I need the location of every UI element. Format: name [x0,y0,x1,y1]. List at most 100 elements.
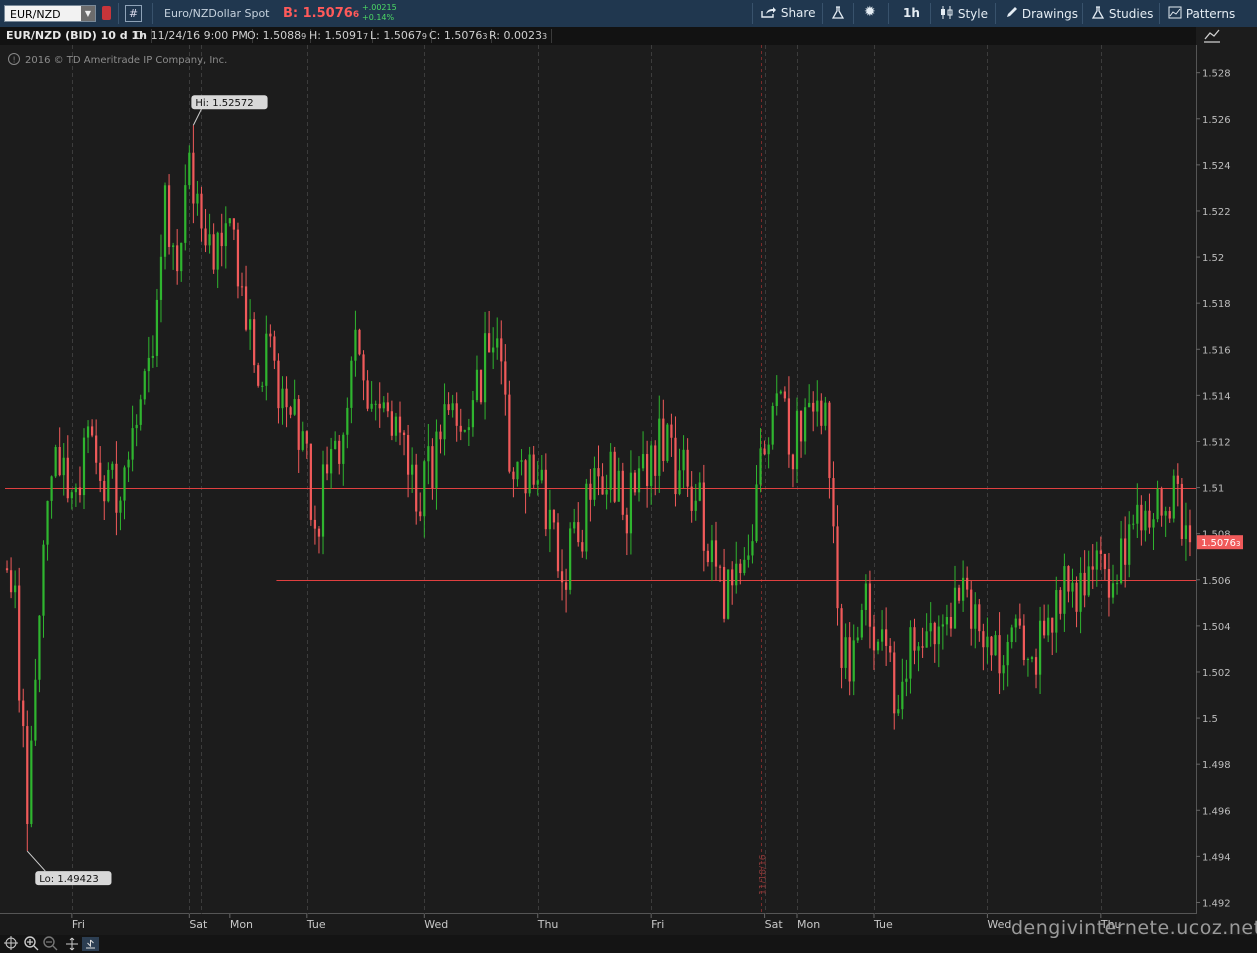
candle-body [990,636,993,656]
candle-body [285,388,288,408]
zoom-in-icon[interactable] [24,936,39,951]
symbol-link-icon[interactable] [102,6,111,20]
candle-body [1176,475,1179,484]
candle-body [763,448,766,455]
candle-body [147,357,150,372]
candle-body [1103,553,1107,570]
candle-body [289,407,292,415]
bid-value: 1.5076 [302,6,353,21]
toolbar-divider [853,3,854,24]
candle-body [1079,572,1082,612]
info-icon-glyph: ! [13,56,16,65]
share-button[interactable]: Share [761,6,815,20]
candle-body [5,568,9,571]
studies-button[interactable]: Studies [1091,6,1153,21]
candle-body [901,681,904,710]
candle-body [520,460,523,462]
candle-body [686,449,689,487]
candle-body [54,446,57,477]
candle-body [852,640,855,682]
candle-body [787,398,791,455]
price-chart[interactable]: 1.528 1.526 1.524 1.522 1.52 1.518 1.516 1.514 1… [0,45,1257,935]
candle-body [897,709,900,714]
pan-icon[interactable] [66,937,78,951]
candle-style-icon [941,6,953,19]
candle-body [937,626,940,645]
candle-body [771,405,774,445]
candle-body [690,486,693,511]
zoom-out-icon[interactable] [43,936,58,951]
candle-body [925,631,928,648]
candle-body [431,446,434,488]
candle-body [232,218,236,230]
candle-body [698,482,701,501]
toolbar-divider [1159,3,1160,24]
candle-body [240,286,244,288]
candle-body [475,369,479,401]
bid-subdigit: 6 [352,10,360,20]
time-tick-label: Sat [765,918,784,931]
candle-body [334,440,337,450]
candle-body [909,627,912,679]
price-tick-label: 1.516 [1202,345,1231,356]
candle-body [524,460,527,494]
time-tick-label: Wed [424,918,448,931]
candle-body [297,399,300,450]
candle-body [876,641,880,651]
candle-body [42,544,45,616]
candle-body [718,566,722,568]
chart-info-bar: EUR/NZD (BID) 10 d 1h D: 11/24/16 9:00 P… [0,27,1196,45]
range-value: R: 0.0023 [489,29,542,42]
patterns-icon [1168,6,1182,19]
crosshair-icon[interactable] [4,936,18,950]
candle-body [151,355,154,358]
watermark-text: dengivinternete.ucoz.net [1011,917,1257,939]
candle-body [415,464,418,512]
patterns-button[interactable]: Patterns [1168,6,1235,21]
candle-body [167,185,171,247]
candle-body [467,427,470,431]
candle-body [159,256,163,300]
style-button[interactable]: Style [940,6,988,21]
time-tick-label: Mon [797,918,820,931]
candle-body [180,242,183,272]
candle-body [427,446,430,462]
drawing-tool-icon[interactable] [82,937,99,951]
hash-button[interactable]: # [125,5,142,22]
candle-body [569,528,572,590]
candle-body [629,472,633,534]
candle-body [532,454,535,485]
flask-button[interactable] [831,6,845,22]
toolbar-divider [152,3,153,24]
timeframe-button[interactable]: 1h [903,6,920,20]
chart-zoom-icon[interactable] [1202,28,1222,44]
candle-body [103,480,106,502]
candle-body [824,402,827,426]
candle-body [504,361,507,395]
low-value: L: 1.5067 [370,29,422,42]
candle-body [1119,538,1123,584]
candle-body [889,645,892,653]
drawings-button[interactable]: Drawings [1005,6,1078,21]
gear-button[interactable]: ✹ [864,4,876,20]
candle-body [212,234,215,270]
candle-body [617,470,620,502]
candle-body [163,185,167,257]
candle-body [650,445,653,486]
last-price-text: 1.5076 [1201,538,1236,549]
candle-body [605,489,608,495]
range-subdigit: 3 [542,32,548,41]
candle-body [872,626,876,651]
toolbar-divider [995,3,996,24]
candle-body [342,434,345,464]
candle-body [313,519,317,529]
candle-body [488,333,491,353]
candle-body [880,629,884,642]
open-readout: O: 1.50889 [243,29,312,43]
candle-body [508,394,511,472]
flask-icon [831,6,845,19]
candle-body [293,399,296,415]
symbol-dropdown-icon[interactable]: ▼ [81,6,95,21]
candle-body [354,329,357,361]
symbol-input[interactable]: EUR/NZD ▼ [4,5,96,22]
